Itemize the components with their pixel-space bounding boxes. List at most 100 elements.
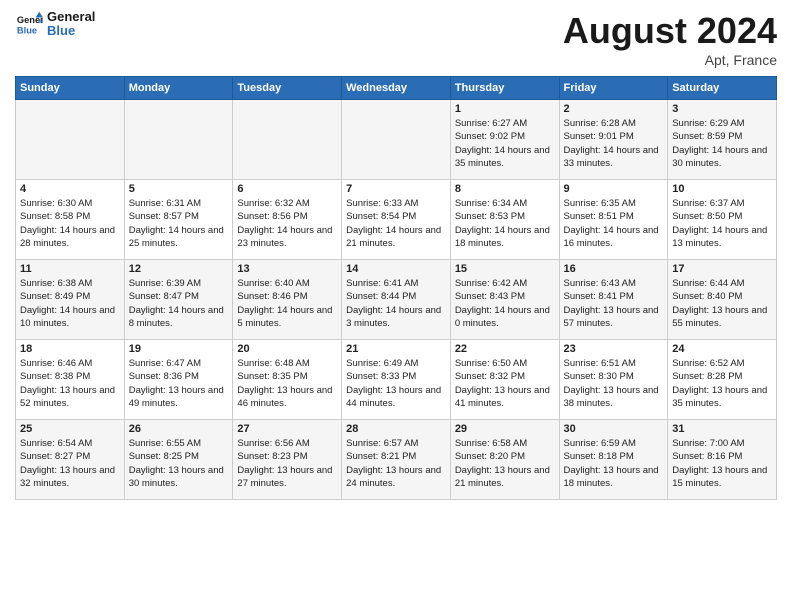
calendar-cell: 11 Sunrise: 6:38 AMSunset: 8:49 PMDayligh…	[16, 260, 125, 340]
calendar-header-row: SundayMondayTuesdayWednesdayThursdayFrid…	[16, 77, 777, 100]
day-number: 29	[455, 423, 555, 435]
day-info: Sunrise: 6:38 AMSunset: 8:49 PMDaylight:…	[20, 277, 120, 330]
day-info: Sunrise: 6:28 AMSunset: 9:01 PMDaylight:…	[564, 117, 664, 170]
day-info: Sunrise: 6:50 AMSunset: 8:32 PMDaylight:…	[455, 357, 555, 410]
day-info: Sunrise: 6:29 AMSunset: 8:59 PMDaylight:…	[672, 117, 772, 170]
calendar-cell: 23Sunrise: 6:51 AMSunset: 8:30 PMDayligh…	[559, 340, 668, 420]
day-number: 28	[346, 423, 446, 435]
calendar-cell: 26Sunrise: 6:55 AMSunset: 8:25 PMDayligh…	[124, 420, 233, 500]
column-header-wednesday: Wednesday	[342, 77, 451, 100]
calendar-cell: 13Sunrise: 6:40 AMSunset: 8:46 PMDayligh…	[233, 260, 342, 340]
calendar-week-5: 25 Sunrise: 6:54 AMSunset: 8:27 PMDayligh…	[16, 420, 777, 500]
day-info: Sunrise: 6:44 AMSunset: 8:40 PMDaylight:…	[672, 277, 772, 330]
calendar-cell: 6 Sunrise: 6:32 AMSunset: 8:56 PMDaylight…	[233, 180, 342, 260]
day-info: Sunrise: 6:51 AMSunset: 8:30 PMDaylight:…	[564, 357, 664, 410]
calendar-cell: 1 Sunrise: 6:27 AMSunset: 9:02 PMDaylight…	[450, 100, 559, 180]
calendar-cell	[124, 100, 233, 180]
calendar-cell	[16, 100, 125, 180]
day-number: 27	[237, 423, 337, 435]
day-number: 1	[455, 103, 555, 115]
day-number: 6	[237, 183, 337, 195]
day-info: Sunrise: 6:41 AMSunset: 8:44 PMDaylight:…	[346, 277, 446, 330]
day-number: 2	[564, 103, 664, 115]
calendar-cell: 12 Sunrise: 6:39 AMSunset: 8:47 PMDayligh…	[124, 260, 233, 340]
day-info: Sunrise: 6:43 AMSunset: 8:41 PMDaylight:…	[564, 277, 664, 330]
calendar-cell: 17 Sunrise: 6:44 AMSunset: 8:40 PMDayligh…	[668, 260, 777, 340]
day-number: 4	[20, 183, 120, 195]
calendar-cell: 3 Sunrise: 6:29 AMSunset: 8:59 PMDaylight…	[668, 100, 777, 180]
day-number: 17	[672, 263, 772, 275]
day-number: 25	[20, 423, 120, 435]
column-header-tuesday: Tuesday	[233, 77, 342, 100]
day-number: 3	[672, 103, 772, 115]
day-info: Sunrise: 6:34 AMSunset: 8:53 PMDaylight:…	[455, 197, 555, 250]
logo-icon: General Blue	[15, 10, 43, 38]
calendar-cell: 19 Sunrise: 6:47 AMSunset: 8:36 PMDayligh…	[124, 340, 233, 420]
day-info: Sunrise: 6:49 AMSunset: 8:33 PMDaylight:…	[346, 357, 446, 410]
day-number: 10	[672, 183, 772, 195]
day-info: Sunrise: 6:39 AMSunset: 8:47 PMDaylight:…	[129, 277, 229, 330]
day-number: 11	[20, 263, 120, 275]
calendar-cell: 27 Sunrise: 6:56 AMSunset: 8:23 PMDayligh…	[233, 420, 342, 500]
calendar-cell: 16 Sunrise: 6:43 AMSunset: 8:41 PMDayligh…	[559, 260, 668, 340]
day-info: Sunrise: 6:52 AMSunset: 8:28 PMDaylight:…	[672, 357, 772, 410]
day-number: 15	[455, 263, 555, 275]
location-subtitle: Apt, France	[563, 52, 777, 68]
svg-text:Blue: Blue	[17, 26, 37, 36]
day-number: 8	[455, 183, 555, 195]
calendar-table: SundayMondayTuesdayWednesdayThursdayFrid…	[15, 76, 777, 500]
calendar-cell: 25 Sunrise: 6:54 AMSunset: 8:27 PMDayligh…	[16, 420, 125, 500]
calendar-cell: 8 Sunrise: 6:34 AMSunset: 8:53 PMDaylight…	[450, 180, 559, 260]
calendar-week-1: 1 Sunrise: 6:27 AMSunset: 9:02 PMDaylight…	[16, 100, 777, 180]
day-number: 12	[129, 263, 229, 275]
day-info: Sunrise: 6:30 AMSunset: 8:58 PMDaylight:…	[20, 197, 120, 250]
day-info: Sunrise: 6:37 AMSunset: 8:50 PMDaylight:…	[672, 197, 772, 250]
column-header-monday: Monday	[124, 77, 233, 100]
day-info: Sunrise: 6:35 AMSunset: 8:51 PMDaylight:…	[564, 197, 664, 250]
day-info: Sunrise: 6:58 AMSunset: 8:20 PMDaylight:…	[455, 437, 555, 490]
day-number: 31	[672, 423, 772, 435]
day-info: Sunrise: 6:27 AMSunset: 9:02 PMDaylight:…	[455, 117, 555, 170]
column-header-friday: Friday	[559, 77, 668, 100]
day-info: Sunrise: 6:40 AMSunset: 8:46 PMDaylight:…	[237, 277, 337, 330]
month-title: August 2024	[563, 10, 777, 52]
day-info: Sunrise: 6:33 AMSunset: 8:54 PMDaylight:…	[346, 197, 446, 250]
calendar-cell: 15 Sunrise: 6:42 AMSunset: 8:43 PMDayligh…	[450, 260, 559, 340]
calendar-cell: 28Sunrise: 6:57 AMSunset: 8:21 PMDayligh…	[342, 420, 451, 500]
calendar-cell: 9 Sunrise: 6:35 AMSunset: 8:51 PMDaylight…	[559, 180, 668, 260]
day-info: Sunrise: 6:54 AMSunset: 8:27 PMDaylight:…	[20, 437, 120, 490]
day-number: 7	[346, 183, 446, 195]
day-number: 30	[564, 423, 664, 435]
calendar-cell: 10 Sunrise: 6:37 AMSunset: 8:50 PMDayligh…	[668, 180, 777, 260]
calendar-week-4: 18Sunrise: 6:46 AMSunset: 8:38 PMDayligh…	[16, 340, 777, 420]
day-number: 9	[564, 183, 664, 195]
calendar-cell: 31 Sunrise: 7:00 AMSunset: 8:16 PMDayligh…	[668, 420, 777, 500]
page-container: General Blue General Blue August 2024 Ap…	[0, 0, 792, 510]
calendar-cell: 22Sunrise: 6:50 AMSunset: 8:32 PMDayligh…	[450, 340, 559, 420]
day-info: Sunrise: 6:31 AMSunset: 8:57 PMDaylight:…	[129, 197, 229, 250]
calendar-cell: 7 Sunrise: 6:33 AMSunset: 8:54 PMDaylight…	[342, 180, 451, 260]
title-block: August 2024 Apt, France	[563, 10, 777, 68]
calendar-cell	[342, 100, 451, 180]
day-number: 14	[346, 263, 446, 275]
calendar-cell: 30Sunrise: 6:59 AMSunset: 8:18 PMDayligh…	[559, 420, 668, 500]
day-info: Sunrise: 6:55 AMSunset: 8:25 PMDaylight:…	[129, 437, 229, 490]
logo-text-line2: Blue	[47, 24, 95, 38]
column-header-saturday: Saturday	[668, 77, 777, 100]
day-info: Sunrise: 7:00 AMSunset: 8:16 PMDaylight:…	[672, 437, 772, 490]
calendar-week-2: 4 Sunrise: 6:30 AMSunset: 8:58 PMDaylight…	[16, 180, 777, 260]
day-info: Sunrise: 6:42 AMSunset: 8:43 PMDaylight:…	[455, 277, 555, 330]
day-info: Sunrise: 6:47 AMSunset: 8:36 PMDaylight:…	[129, 357, 229, 410]
day-number: 16	[564, 263, 664, 275]
day-info: Sunrise: 6:32 AMSunset: 8:56 PMDaylight:…	[237, 197, 337, 250]
day-info: Sunrise: 6:56 AMSunset: 8:23 PMDaylight:…	[237, 437, 337, 490]
calendar-cell: 4 Sunrise: 6:30 AMSunset: 8:58 PMDaylight…	[16, 180, 125, 260]
calendar-cell: 18Sunrise: 6:46 AMSunset: 8:38 PMDayligh…	[16, 340, 125, 420]
calendar-cell: 20Sunrise: 6:48 AMSunset: 8:35 PMDayligh…	[233, 340, 342, 420]
day-number: 19	[129, 343, 229, 355]
calendar-cell	[233, 100, 342, 180]
day-info: Sunrise: 6:48 AMSunset: 8:35 PMDaylight:…	[237, 357, 337, 410]
calendar-cell: 5Sunrise: 6:31 AMSunset: 8:57 PMDaylight…	[124, 180, 233, 260]
page-header: General Blue General Blue August 2024 Ap…	[15, 10, 777, 68]
day-number: 18	[20, 343, 120, 355]
